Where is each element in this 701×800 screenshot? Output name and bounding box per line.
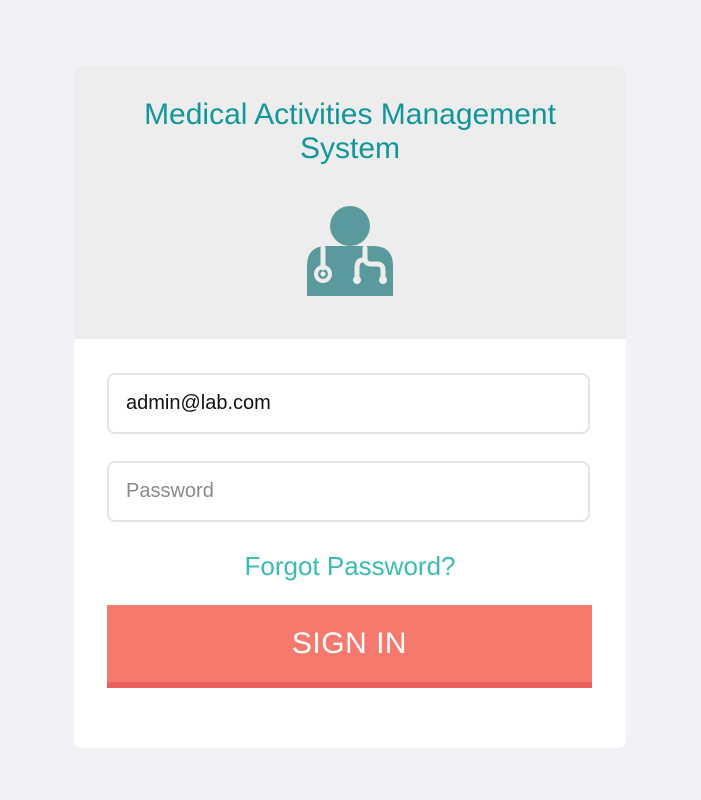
- login-card: Medical Activities Management System adm…: [74, 66, 626, 748]
- doctor-stethoscope-icon: [303, 204, 397, 298]
- login-header: Medical Activities Management System: [74, 66, 626, 339]
- app-title: Medical Activities Management System: [144, 98, 556, 165]
- email-field[interactable]: [107, 373, 590, 434]
- forgot-password-link[interactable]: Forgot Password?: [74, 550, 626, 582]
- password-field[interactable]: [107, 461, 590, 522]
- sign-in-button[interactable]: SIGN IN: [107, 605, 592, 688]
